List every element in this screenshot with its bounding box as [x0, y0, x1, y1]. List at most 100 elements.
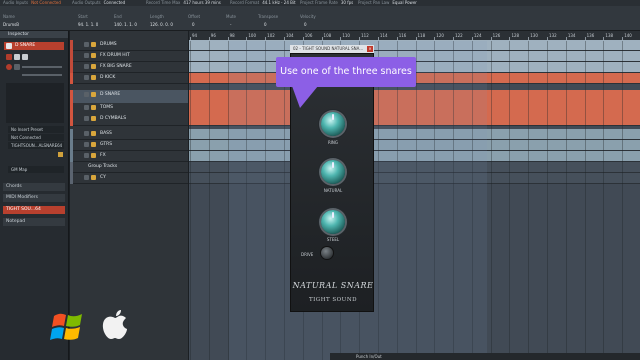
grid-line [208, 41, 210, 360]
track-row[interactable]: CY [70, 173, 188, 184]
info-line: Name Start End Length Offset Mute Transp… [0, 6, 640, 31]
info-value-name[interactable]: DrumsB [3, 22, 19, 27]
plugin-title[interactable]: 02 - TIGHT SOUND NATURAL SNA... [290, 45, 374, 53]
natural-label: NATURAL [323, 188, 343, 193]
track-color-swatch [70, 40, 73, 51]
drive-label: DRIVE [301, 252, 314, 257]
ruler-tick-label: 130 [530, 33, 538, 38]
ring-knob[interactable] [321, 112, 345, 136]
track-row[interactable]: DRUMS [70, 40, 188, 51]
inspector-controls [6, 83, 64, 123]
info-header-end: End [114, 14, 122, 19]
folder-expand-icon[interactable] [84, 105, 89, 110]
track-name: FX [100, 153, 106, 158]
track-row[interactable]: BASS [70, 129, 188, 140]
track-row[interactable]: FX BIG SNARE [70, 62, 188, 73]
info-value-end[interactable]: 140. 1. 1. 0 [114, 22, 137, 27]
grid-line [547, 41, 549, 360]
grid-line [490, 41, 492, 360]
monitor-button[interactable] [6, 54, 12, 60]
plugin-brand-name: NATURAL SNARE [292, 281, 374, 290]
info-value-velocity[interactable]: 0 [304, 22, 307, 27]
track-color-swatch [70, 51, 73, 62]
inspector-section-chords[interactable]: Chords [3, 183, 65, 191]
track-row[interactable]: Group Tracks [70, 162, 188, 173]
grid-line [603, 41, 605, 360]
info-value-mute[interactable]: - [230, 22, 231, 27]
ruler-tick-label: 110 [342, 33, 350, 38]
record-button[interactable] [6, 64, 12, 70]
inspector-section-notepad[interactable]: Notepad [3, 218, 65, 226]
ruler-tick-label: 116 [398, 33, 407, 38]
folder-expand-icon[interactable] [84, 142, 89, 147]
steel-knob[interactable] [321, 210, 345, 234]
inspector-section-instrument[interactable]: TIGHT SOU...64 [3, 206, 65, 214]
inspector-insert-preset[interactable]: No Insert Preset [8, 126, 64, 133]
apple-logo-icon [102, 310, 127, 339]
track-row[interactable]: FX DRUM HIT [70, 51, 188, 62]
track-row[interactable]: GTRS [70, 140, 188, 151]
folder-expand-icon[interactable] [84, 116, 89, 121]
track-name: FX DRUM HIT [100, 53, 130, 58]
info-value-length[interactable]: 126. 0. 0. 0 [150, 22, 173, 27]
inspector-track-name[interactable]: D SNARE [4, 42, 64, 50]
ruler-tick-label: 138 [605, 33, 614, 38]
pan-slider[interactable] [22, 74, 62, 76]
grid-line [509, 41, 511, 360]
folder-expand-icon[interactable] [84, 131, 89, 136]
folder-expand-icon[interactable] [84, 92, 89, 97]
grid-line [565, 41, 567, 360]
solo-button[interactable] [22, 54, 28, 60]
read-automation-button[interactable] [14, 64, 20, 70]
ruler-tick-label: 98 [229, 33, 235, 38]
track-row[interactable]: FX [70, 151, 188, 162]
folder-expand-icon[interactable] [84, 64, 89, 69]
track-row[interactable]: D KICK [70, 73, 188, 84]
punch-label[interactable]: Punch In/Out [356, 354, 382, 359]
folder-expand-icon[interactable] [84, 153, 89, 158]
folder-icon [91, 75, 96, 80]
track-name: Group Tracks [88, 164, 118, 169]
folder-icon [91, 153, 96, 158]
inspector-input-routing[interactable]: Not Connected [8, 134, 64, 141]
natural-knob[interactable] [321, 160, 345, 184]
info-header-offset: Offset [188, 14, 201, 19]
folder-expand-icon[interactable] [84, 53, 89, 58]
ruler-tick-label: 118 [417, 33, 426, 38]
ruler-tick-label: 104 [285, 33, 294, 38]
ruler-tick-label: 120 [436, 33, 444, 38]
ruler-tick-label: 126 [492, 33, 501, 38]
inspector-output-routing[interactable]: TIGHTSOUN...ALSNARE64 [8, 142, 64, 149]
track-name: D CYMBALS [100, 116, 127, 121]
ruler-tick-label: 122 [455, 33, 463, 38]
grid-line [584, 41, 586, 360]
info-value-start[interactable]: 94. 1. 1. 0 [78, 22, 98, 27]
track-name: BASS [100, 131, 112, 136]
plugin-brand-sub: TIGHT SOUND [308, 297, 358, 303]
ruler-tick-label: 140 [624, 33, 632, 38]
drive-knob[interactable] [321, 247, 333, 259]
info-value-transpose[interactable]: 0 [264, 22, 267, 27]
ruler-tick-label: 136 [586, 33, 595, 38]
info-value-offset[interactable]: 0 [192, 22, 195, 27]
track-row[interactable]: D CYMBALS [70, 114, 188, 126]
info-header-length: Length [150, 14, 164, 19]
folder-expand-icon[interactable] [84, 75, 89, 80]
track-color-swatch [70, 62, 73, 73]
mute-button[interactable] [14, 54, 20, 60]
folder-expand-icon[interactable] [84, 42, 89, 47]
inspector-section-midi-modifiers[interactable]: MIDI Modifiers [3, 194, 65, 202]
inspector-map[interactable]: GM Map [8, 166, 64, 173]
close-icon[interactable]: × [367, 46, 373, 52]
track-color-swatch [70, 140, 73, 151]
windows-logo-icon [50, 313, 82, 340]
instrument-edit-icon[interactable] [58, 152, 63, 157]
volume-slider[interactable] [22, 66, 62, 68]
folder-expand-icon[interactable] [84, 175, 89, 180]
track-name: D SNARE [100, 92, 121, 97]
ruler-tick-label: 94 [192, 33, 198, 38]
track-color-swatch [70, 151, 73, 162]
folder-icon [91, 92, 96, 97]
grid-line [190, 41, 191, 360]
record-enable-icon[interactable] [6, 43, 12, 49]
